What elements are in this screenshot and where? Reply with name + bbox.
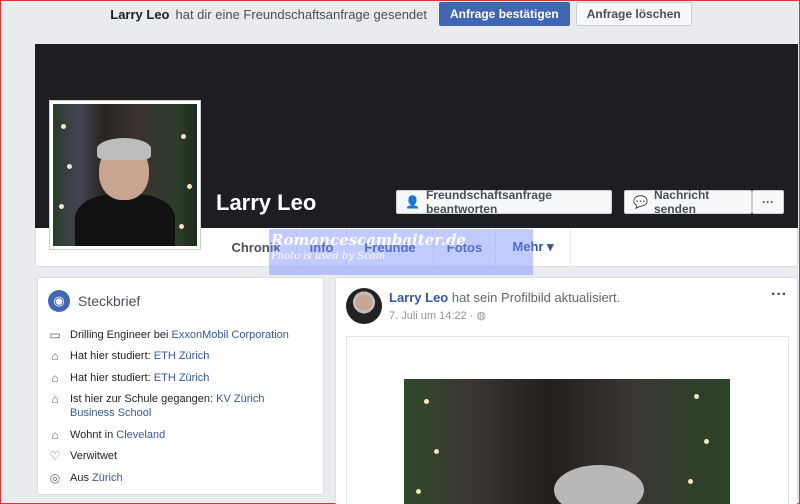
globe-icon: ◉ — [48, 290, 70, 312]
post-options-button[interactable]: ··· — [771, 286, 787, 304]
requester-name[interactable]: Larry Leo — [110, 7, 169, 22]
messenger-icon: 💬 — [633, 195, 648, 209]
timeline-post: Larry Leo hat sein Profilbild aktualisie… — [335, 277, 798, 504]
intro-item-study-2: ⌂ Hat hier studiert: ETH Zürich — [48, 371, 209, 385]
avatar[interactable] — [346, 288, 382, 324]
link-eth-zurich-1[interactable]: ETH Zürich — [154, 350, 210, 362]
link-exxonmobil[interactable]: ExxonMobil Corporation — [172, 329, 289, 341]
delete-request-button[interactable]: Anfrage löschen — [575, 2, 692, 26]
intro-card: ◉ Steckbrief ▭ Drilling Engineer bei Exx… — [37, 277, 324, 495]
post-author[interactable]: Larry Leo — [389, 290, 448, 305]
profile-picture[interactable] — [49, 100, 201, 250]
watermark-overlay: Romancescambaiter.de Photo is used by Sc… — [269, 229, 533, 275]
intro-item-study-1: ⌂ Hat hier studiert: ETH Zürich — [48, 349, 209, 363]
link-eth-zurich-2[interactable]: ETH Zürich — [154, 372, 210, 384]
message-label: Nachricht senden — [653, 188, 710, 216]
graduation-cap-icon: ⌂ — [51, 392, 59, 406]
watermark-title: Romancescambaiter.de — [271, 231, 466, 249]
send-message-button[interactable]: 💬 Nachricht senden — [624, 188, 752, 216]
globe-privacy-icon: ◍ — [476, 310, 487, 322]
friend-request-bar: Larry Leo hat dir eine Freundschaftsanfr… — [1, 1, 800, 27]
intro-title: Steckbrief — [78, 293, 141, 309]
respond-friend-request-button[interactable]: 👤 Freundschaftsanfrage beantworten — [396, 188, 612, 216]
profile-name: Larry Leo — [216, 190, 317, 215]
more-icon: ··· — [762, 195, 774, 209]
confirm-request-button[interactable]: Anfrage bestätigen — [439, 2, 570, 26]
intro-item-work: ▭ Drilling Engineer bei ExxonMobil Corpo… — [49, 328, 289, 342]
watermark-subtitle: Photo is used by Scam — [271, 251, 386, 262]
intro-item-relationship: ♡ Verwitwet — [49, 449, 118, 463]
post-timestamp[interactable]: 7. Juli um 14:22 · ◍ — [389, 309, 486, 322]
respond-label: Freundschaftsanfrage beantworten — [425, 188, 552, 216]
intro-item-lives: ⌂ Wohnt in Cleveland — [48, 428, 165, 442]
home-icon: ⌂ — [51, 428, 59, 442]
request-text: hat dir eine Freundschaftsanfrage gesend… — [175, 6, 428, 22]
more-options-button[interactable]: ··· — [752, 190, 784, 214]
post-action: hat sein Profilbild aktualisiert. — [451, 290, 621, 305]
graduation-cap-icon: ⌂ — [51, 371, 59, 385]
add-friend-icon: 👤 — [405, 195, 420, 209]
link-zurich[interactable]: Zürich — [92, 472, 123, 484]
heart-icon: ♡ — [49, 449, 61, 463]
intro-item-from: ◎ Aus Zürich — [49, 471, 123, 485]
graduation-cap-icon: ⌂ — [51, 349, 59, 363]
briefcase-icon: ▭ — [49, 328, 61, 342]
intro-item-school: ⌂ Ist hier zur Schule gegangen: KV Züric… — [48, 392, 288, 420]
post-photo-frame — [346, 336, 789, 504]
post-header: Larry Leo hat sein Profilbild aktualisie… — [389, 290, 620, 305]
link-cleveland[interactable]: Cleveland — [116, 429, 165, 441]
post-photo[interactable] — [404, 379, 730, 504]
location-pin-icon: ◎ — [49, 471, 61, 485]
